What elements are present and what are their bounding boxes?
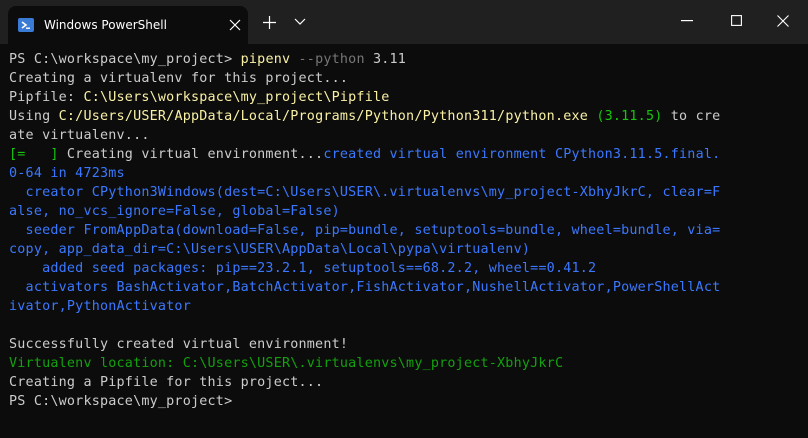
terminal-text-segment: Virtualenv location: C:\Users\USER\.virt…	[9, 356, 564, 371]
terminal-line: alse, no_vcs_ignore=False, global=False)	[9, 202, 799, 221]
title-bar[interactable]: Windows PowerShell	[0, 0, 808, 44]
terminal-text-segment: copy, app_data_dir=C:\Users\USER\AppData…	[9, 242, 531, 257]
powershell-window: Windows PowerShell PS C:\workspace\my_pr…	[0, 0, 808, 438]
terminal-line: 0-64 in 4723ms	[9, 164, 799, 183]
terminal-text-segment: PS C:\workspace\my_project>	[9, 394, 233, 409]
terminal-text-segment: pipenv	[240, 52, 291, 67]
terminal-text-segment: created virtual environment CPython3.11.…	[323, 147, 721, 162]
tab-windows-powershell[interactable]: Windows PowerShell	[8, 6, 248, 44]
scrollbar[interactable]	[800, 44, 808, 438]
chevron-down-icon[interactable]	[294, 18, 306, 26]
window-close-icon[interactable]	[777, 15, 789, 27]
terminal-text-segment: 3.11	[364, 52, 407, 67]
terminal-text-segment: Creating virtual environment...	[66, 147, 324, 162]
terminal-text-segment: (3.11.5)	[588, 109, 663, 124]
terminal-output[interactable]: PS C:\workspace\my_project> pipenv --pyt…	[9, 50, 799, 411]
terminal-line: ivator,PythonActivator	[9, 297, 799, 316]
terminal-text-segment: Pipfile:	[9, 90, 84, 105]
terminal-text-segment: seeder FromAppData(download=False, pip=b…	[9, 223, 721, 238]
terminal-line: Creating a Pipfile for this project...	[9, 373, 799, 392]
terminal-line: ate virtualenv...	[9, 126, 799, 145]
terminal-line: activators BashActivator,BatchActivator,…	[9, 278, 799, 297]
terminal-text-segment: Using	[9, 109, 59, 124]
terminal-text-segment: PS C:\workspace\my_project>	[9, 52, 241, 67]
terminal-text-segment: Successfully created virtual environment…	[9, 337, 349, 352]
terminal-line: added seed packages: pip==23.2.1, setupt…	[9, 259, 799, 278]
terminal-text-segment: --python	[290, 52, 365, 67]
terminal-line: [= ] Creating virtual environment...crea…	[9, 145, 799, 164]
terminal-text-segment: C:\Users\workspace\my_project\Pipfile	[83, 90, 390, 105]
terminal-line: copy, app_data_dir=C:\Users\USER\AppData…	[9, 240, 799, 259]
terminal-text-segment: alse, no_vcs_ignore=False, global=False)	[9, 204, 340, 219]
terminal-line: Successfully created virtual environment…	[9, 335, 799, 354]
terminal-text-segment: Creating a Pipfile for this project...	[9, 375, 324, 390]
terminal-line: creator CPython3Windows(dest=C:\Users\US…	[9, 183, 799, 202]
plus-icon[interactable]	[263, 16, 276, 29]
terminal-text-segment: 0-64 in 4723ms	[9, 166, 125, 181]
minimize-icon[interactable]	[681, 20, 693, 22]
terminal-line: Using C:/Users/USER/AppData/Local/Progra…	[9, 107, 799, 126]
terminal-text-segment: creator CPython3Windows(dest=C:\Users\US…	[9, 185, 721, 200]
terminal-line: seeder FromAppData(download=False, pip=b…	[9, 221, 799, 240]
terminal-text-segment: C:/Users/USER/AppData/Local/Programs/Pyt…	[58, 109, 589, 124]
terminal-text-segment: activators BashActivator,BatchActivator,…	[9, 280, 721, 295]
terminal-text-segment: Creating a virtualenv for this project..…	[9, 71, 349, 86]
terminal-line: Virtualenv location: C:\Users\USER\.virt…	[9, 354, 799, 373]
terminal-line: Pipfile: C:\Users\workspace\my_project\P…	[9, 88, 799, 107]
maximize-icon[interactable]	[731, 15, 742, 26]
terminal-line: PS C:\workspace\my_project> pipenv --pyt…	[9, 50, 799, 69]
terminal-text-segment: [= ]	[9, 147, 67, 162]
terminal-line: PS C:\workspace\my_project>	[9, 392, 799, 411]
powershell-icon	[18, 18, 34, 32]
close-icon[interactable]	[228, 18, 242, 32]
terminal-text-segment: to cre	[662, 109, 721, 124]
terminal-line: Creating a virtualenv for this project..…	[9, 69, 799, 88]
terminal-text-segment: ivator,PythonActivator	[9, 299, 191, 314]
terminal-text-segment: ate virtualenv...	[9, 128, 150, 143]
terminal-text-segment: added seed packages: pip==23.2.1, setupt…	[9, 261, 597, 276]
tab-title: Windows PowerShell	[44, 18, 167, 32]
